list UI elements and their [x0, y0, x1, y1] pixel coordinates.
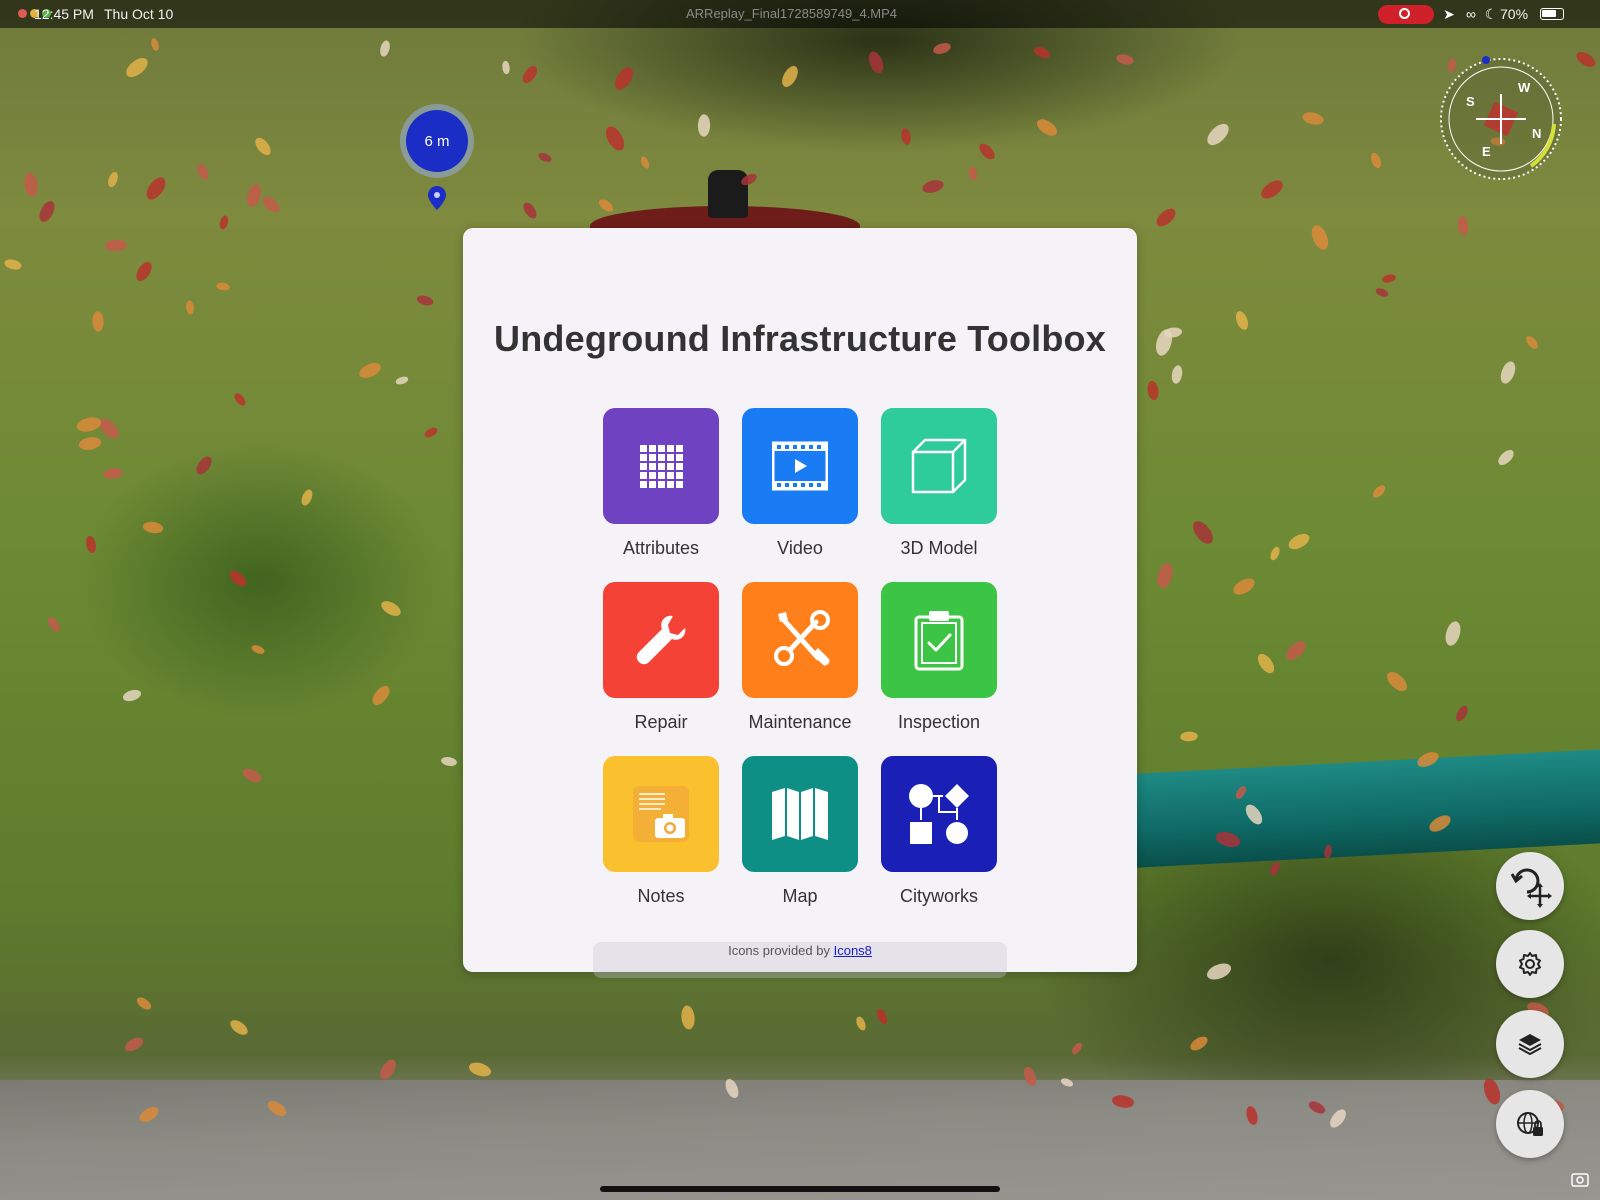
icons-credit: Icons provided by Icons8 [463, 943, 1137, 958]
tools-icon [774, 610, 830, 666]
tile-label-map: Map [782, 886, 818, 906]
ar-pipe-overlay [1110, 748, 1600, 870]
distance-marker[interactable]: 6 m [406, 110, 468, 172]
video-icon [772, 441, 828, 491]
battery-icon [1540, 8, 1564, 20]
credit-text: Icons provided by [728, 943, 830, 958]
toolbox-panel: Undeground Infrastructure Toolbox Attrib… [463, 228, 1137, 978]
tile-label-3d-model: 3D Model [900, 538, 978, 558]
globe-lock-icon [1517, 1112, 1543, 1136]
tile-inspection[interactable] [881, 582, 997, 698]
window-title: ARReplay_Final1728589749_4.MP4 [686, 6, 898, 21]
tile-3d-model[interactable] [881, 408, 997, 524]
table-icon [640, 445, 683, 488]
layers-button[interactable] [1496, 1010, 1564, 1078]
tile-notes[interactable] [603, 756, 719, 872]
compass-label-s: S [1466, 94, 1475, 109]
tile-label-inspection: Inspection [897, 712, 981, 732]
screen-record-icon[interactable] [1378, 5, 1434, 24]
notes-camera-icon [633, 786, 689, 842]
home-indicator[interactable] [600, 1186, 1000, 1192]
globe-privacy-button[interactable] [1496, 1090, 1564, 1158]
location-pin-icon[interactable] [428, 186, 446, 210]
tile-cityworks[interactable] [881, 756, 997, 872]
tile-label-attributes: Attributes [622, 538, 700, 558]
distance-label: 6 m [424, 132, 450, 150]
rotate-move-button[interactable] [1496, 852, 1564, 920]
settings-button[interactable] [1496, 930, 1564, 998]
close-dot [18, 9, 27, 18]
tile-label-notes: Notes [637, 886, 685, 906]
tile-maintenance[interactable] [742, 582, 858, 698]
clipboard-check-icon [914, 611, 964, 671]
icons8-link[interactable]: Icons8 [834, 943, 872, 958]
compass-label-e: E [1482, 144, 1491, 159]
status-bar: 12:45 PM Thu Oct 10 ARReplay_Final172858… [0, 0, 1600, 28]
screenshot-icon[interactable] [1570, 1170, 1590, 1190]
tile-label-cityworks: Cityworks [899, 886, 978, 906]
compass-label-n: N [1532, 126, 1541, 141]
battery-percent: 70% [1500, 6, 1529, 22]
tile-label-maintenance: Maintenance [748, 712, 852, 732]
map-icon [772, 788, 828, 840]
cube-icon [911, 438, 967, 494]
layers-icon [1518, 1034, 1542, 1056]
tile-label-repair: Repair [634, 712, 688, 732]
compass-icon[interactable]: W N E S [1436, 54, 1566, 184]
gear-icon [1519, 952, 1541, 976]
tile-repair[interactable] [603, 582, 719, 698]
link-icon: ∞ [1466, 6, 1476, 22]
rotate-move-icon [1510, 868, 1552, 908]
tile-map[interactable] [742, 756, 858, 872]
tile-video[interactable] [742, 408, 858, 524]
moon-icon: ☾ [1484, 6, 1498, 22]
status-date: Thu Oct 10 [104, 6, 174, 22]
wrench-icon [636, 615, 686, 665]
status-time: 12:45 PM [34, 6, 94, 22]
tile-label-video: Video [777, 538, 823, 558]
pavement [0, 1080, 1600, 1200]
workflow-icon [909, 784, 969, 844]
page-title: Undeground Infrastructure Toolbox [494, 318, 1106, 359]
location-arrow-icon: ➤ [1443, 6, 1455, 22]
tile-attributes[interactable] [603, 408, 719, 524]
compass-label-w: W [1518, 80, 1531, 95]
